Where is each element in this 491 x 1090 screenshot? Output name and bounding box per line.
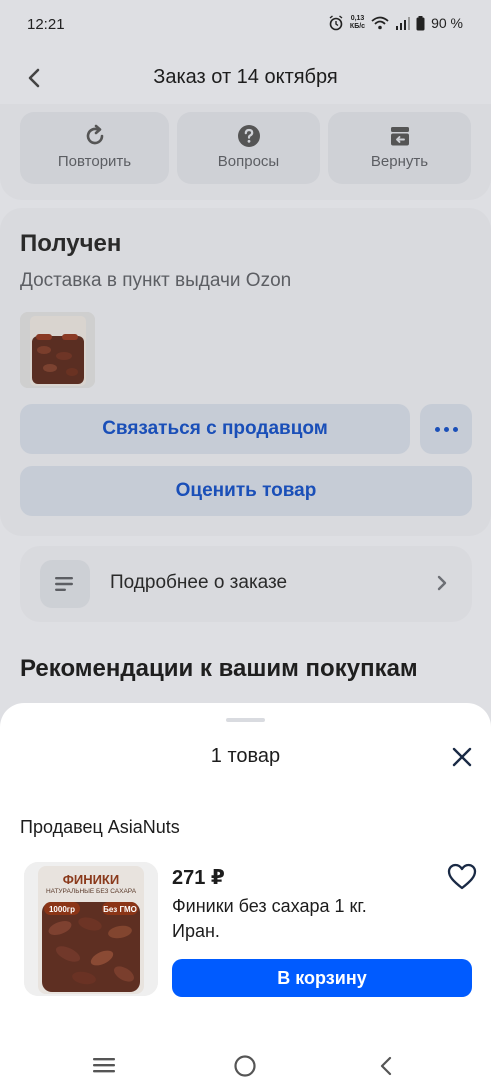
product-name[interactable]: Финики без сахара 1 кг. Иран.	[172, 894, 412, 944]
order-details-label: Подробнее о заказе	[110, 572, 288, 593]
add-to-cart-button[interactable]: В корзину	[172, 959, 472, 997]
alarm-icon	[329, 15, 343, 31]
header: Заказ от 14 октября	[0, 52, 491, 104]
heart-icon[interactable]	[447, 863, 477, 891]
net-speed: 0,13 КБ/с	[349, 15, 366, 30]
actions-panel: Повторить Вопросы Вернуть	[0, 104, 491, 200]
more-options-button[interactable]	[420, 404, 472, 454]
back-nav-icon[interactable]	[377, 1054, 395, 1078]
home-icon[interactable]	[233, 1054, 257, 1078]
status-icons: 0,13 КБ/с 90 %	[328, 15, 463, 31]
pack-badge: Без ГМО	[103, 905, 137, 914]
pack-weight: 1000гр	[49, 905, 75, 914]
pack-title: ФИНИКИ	[63, 872, 119, 887]
sheet-title: 1 товар	[210, 745, 281, 767]
more-dots-icon	[434, 426, 440, 432]
pack-subtitle: НАТУРАЛЬНЫЕ БЕЗ САХАРА	[46, 888, 137, 895]
seller-name: Продавец AsiaNuts	[20, 817, 180, 837]
product-thumbnail[interactable]	[20, 312, 95, 388]
list-icon	[40, 560, 90, 608]
rate-product-button[interactable]: Оценить товар	[20, 466, 472, 516]
battery-percent: 90 %	[431, 15, 463, 31]
return-button[interactable]: Вернуть	[328, 112, 471, 184]
questions-label: Вопросы	[217, 153, 280, 170]
return-label: Вернуть	[370, 153, 429, 170]
order-status: Получен	[20, 230, 122, 257]
status-bar: 12:21 0,13 КБ/с 90 %	[0, 0, 491, 52]
status-time: 12:21	[27, 16, 65, 33]
signal-icon	[396, 17, 411, 30]
question-icon	[237, 125, 260, 147]
questions-button[interactable]: Вопросы	[177, 112, 320, 184]
page-title: Заказ от 14 октября	[153, 66, 338, 88]
close-icon[interactable]	[450, 745, 474, 769]
repeat-button[interactable]: Повторить	[20, 112, 169, 184]
order-card: Получен Доставка в пункт выдачи Ozon Свя…	[0, 208, 491, 536]
delivery-method: Доставка в пункт выдачи Ozon	[20, 270, 292, 291]
battery-icon	[416, 15, 425, 30]
contact-seller-button[interactable]: Связаться с продавцом	[20, 404, 410, 454]
wifi-icon	[371, 16, 389, 30]
order-details-row[interactable]: Подробнее о заказе	[20, 546, 472, 622]
repeat-label: Повторить	[57, 153, 132, 170]
system-nav-bar	[0, 1040, 491, 1090]
recent-apps-icon[interactable]	[92, 1056, 116, 1074]
refresh-icon	[86, 124, 103, 145]
return-box-icon	[390, 127, 409, 146]
chevron-right-icon	[437, 575, 447, 591]
product-price: 271 ₽	[172, 867, 225, 889]
drag-handle[interactable]	[226, 718, 265, 722]
product-image[interactable]: ФИНИКИ НАТУРАЛЬНЫЕ БЕЗ САХАРА 1000гр Без…	[24, 862, 158, 996]
cart-bottom-sheet: 1 товар Продавец AsiaNuts ФИНИКИ НАТУРАЛ…	[0, 703, 491, 1090]
recommendations-heading: Рекомендации к вашим покупкам	[20, 655, 418, 682]
